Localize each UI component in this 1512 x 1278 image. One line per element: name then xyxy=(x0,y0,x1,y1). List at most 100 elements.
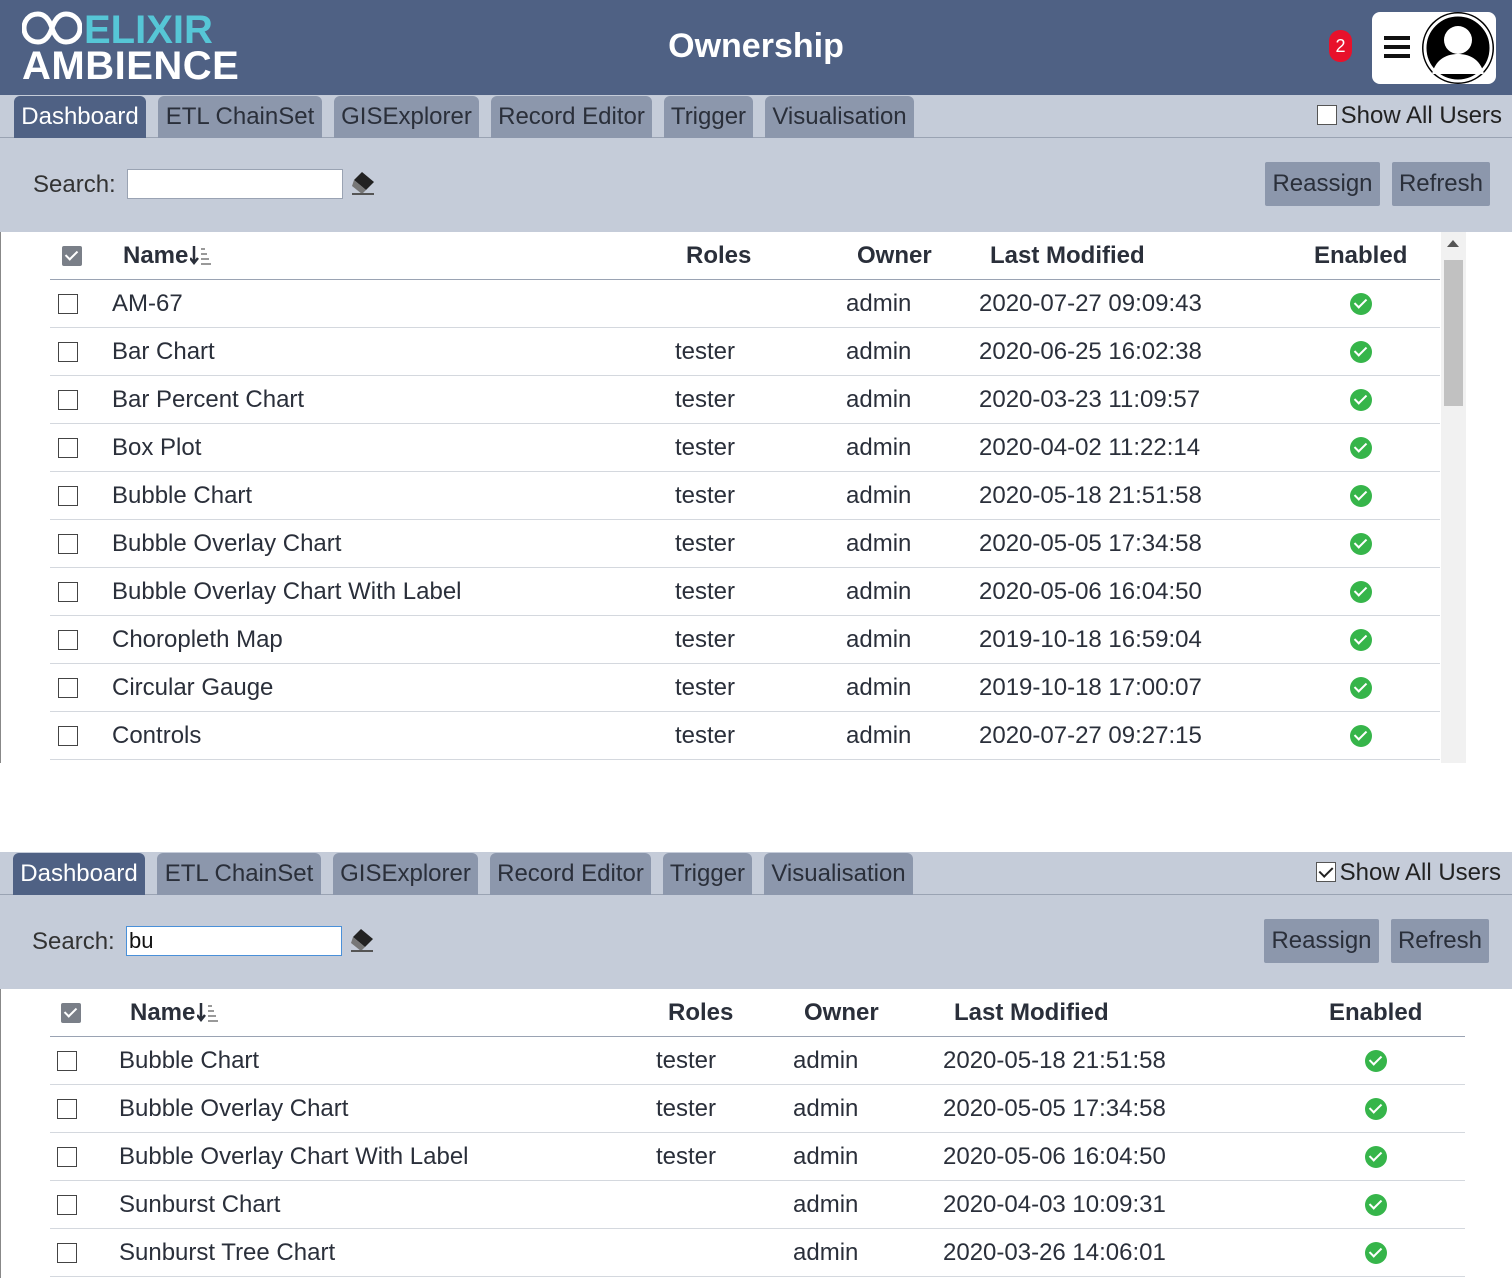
tab-etl-chainset[interactable]: ETL ChainSet xyxy=(157,853,321,895)
row-owner: admin xyxy=(846,386,912,413)
table-row[interactable]: Bubble Chart tester admin 2020-05-18 21:51:… xyxy=(50,472,1440,520)
row-owner: admin xyxy=(846,578,912,605)
row-select-checkbox[interactable] xyxy=(57,1051,77,1071)
row-last-modified: 2020-03-23 11:09:57 xyxy=(979,386,1201,413)
row-select-checkbox[interactable] xyxy=(58,486,78,506)
column-header-owner[interactable]: Owner xyxy=(857,232,932,280)
table-row[interactable]: AM-67 admin 2020-07-27 09:09:43 xyxy=(50,280,1440,328)
type-tabs: Dashboard ETL ChainSet GISExplorer Recor… xyxy=(0,852,1512,895)
tab-record-editor[interactable]: Record Editor xyxy=(490,853,651,895)
avatar[interactable] xyxy=(1422,12,1494,84)
table-row[interactable]: Bubble Overlay Chart With Label tester adm… xyxy=(50,568,1440,616)
column-header-last-modified[interactable]: Last Modified xyxy=(990,232,1145,280)
refresh-button[interactable]: Refresh xyxy=(1391,919,1489,963)
tab-dashboard[interactable]: Dashboard xyxy=(13,853,145,895)
row-select-checkbox[interactable] xyxy=(58,294,78,314)
row-select-checkbox[interactable] xyxy=(58,726,78,746)
column-header-roles[interactable]: Roles xyxy=(668,989,733,1037)
notification-badge[interactable]: 2 xyxy=(1329,30,1352,62)
table-row[interactable]: Controls tester admin 2020-07-27 09:27:15 xyxy=(50,712,1440,760)
row-select-checkbox[interactable] xyxy=(58,582,78,602)
row-select-checkbox[interactable] xyxy=(57,1147,77,1167)
row-name: Bar Chart xyxy=(112,338,215,365)
row-name: Controls xyxy=(112,722,202,749)
row-last-modified: 2020-07-27 09:27:15 xyxy=(979,722,1202,749)
reassign-button[interactable]: Reassign xyxy=(1264,919,1379,963)
eraser-icon[interactable] xyxy=(349,927,377,953)
select-all-checkbox[interactable] xyxy=(61,1003,81,1023)
ownership-table: Name Roles Owner Last Modified Enabled A… xyxy=(0,232,1512,763)
row-last-modified: 2020-05-05 17:34:58 xyxy=(979,530,1202,557)
row-select-checkbox[interactable] xyxy=(58,630,78,650)
row-owner: admin xyxy=(846,338,912,365)
tab-trigger[interactable]: Trigger xyxy=(663,853,752,895)
row-select-checkbox[interactable] xyxy=(58,342,78,362)
row-select-checkbox[interactable] xyxy=(58,678,78,698)
column-header-enabled[interactable]: Enabled xyxy=(1329,989,1422,1037)
row-select-checkbox[interactable] xyxy=(58,438,78,458)
tab-trigger[interactable]: Trigger xyxy=(664,96,753,138)
show-all-users-label: Show All Users xyxy=(1339,859,1501,886)
table-row[interactable]: Bar Percent Chart tester admin 2020-03-23 1… xyxy=(50,376,1440,424)
tab-dashboard[interactable]: Dashboard xyxy=(14,96,146,138)
row-select-checkbox[interactable] xyxy=(57,1195,77,1215)
column-header-owner[interactable]: Owner xyxy=(804,989,879,1037)
row-name: Box Plot xyxy=(112,434,202,461)
row-select-checkbox[interactable] xyxy=(57,1243,77,1263)
tab-visualisation[interactable]: Visualisation xyxy=(764,853,913,895)
elixir-ambience-logo: ELIXIR AMBIENCE xyxy=(22,8,239,88)
logo-text-ambience: AMBIENCE xyxy=(22,44,240,88)
show-all-users-checkbox[interactable] xyxy=(1316,105,1337,125)
table-row[interactable]: Box Plot tester admin 2020-04-02 11:22:14 xyxy=(50,424,1440,472)
row-select-checkbox[interactable] xyxy=(58,390,78,410)
reassign-button[interactable]: Reassign xyxy=(1265,162,1380,206)
column-header-enabled[interactable]: Enabled xyxy=(1314,232,1407,280)
search-input[interactable] xyxy=(127,169,343,199)
table-row[interactable]: Bar Chart tester admin 2020-06-25 16:02:38 xyxy=(50,328,1440,376)
row-name: Sunburst Chart xyxy=(119,1191,281,1218)
table-row[interactable]: Bubble Overlay Chart With Label tester adm… xyxy=(50,1133,1465,1181)
tab-gisexplorer[interactable]: GISExplorer xyxy=(334,96,479,138)
sort-descending-icon[interactable] xyxy=(190,244,212,266)
row-roles: tester xyxy=(675,626,736,653)
table-row[interactable]: Bubble Chart tester admin 2020-05-18 21:51:… xyxy=(50,1037,1465,1085)
table-scrollbar[interactable] xyxy=(1441,232,1466,763)
show-all-users-toggle[interactable]: Show All Users xyxy=(1315,859,1501,887)
app-header: ELIXIR AMBIENCE Ownership 2 xyxy=(0,0,1512,95)
table-row[interactable]: Bubble Overlay Chart tester admin 2020-05-0… xyxy=(50,520,1440,568)
sort-descending-icon[interactable] xyxy=(197,1001,219,1023)
scrollbar-thumb[interactable] xyxy=(1444,260,1463,406)
column-header-last-modified[interactable]: Last Modified xyxy=(954,989,1109,1037)
tab-etl-chainset[interactable]: ETL ChainSet xyxy=(158,96,322,138)
enabled-check-icon xyxy=(1350,629,1372,651)
eraser-icon[interactable] xyxy=(350,170,378,196)
table-row[interactable]: Sunburst Chart admin 2020-04-03 10:09:31 xyxy=(50,1181,1465,1229)
tab-visualisation[interactable]: Visualisation xyxy=(765,96,914,138)
row-select-checkbox[interactable] xyxy=(57,1099,77,1119)
table-row[interactable]: Choropleth Map tester admin 2019-10-18 16:5… xyxy=(50,616,1440,664)
search-input[interactable] xyxy=(126,926,342,956)
ownership-table: Name Roles Owner Last Modified Enabled B… xyxy=(0,989,1512,1278)
tab-record-editor[interactable]: Record Editor xyxy=(491,96,652,138)
search-label: Search: xyxy=(32,928,115,955)
table-row[interactable]: Sunburst Tree Chart admin 2020-03-26 14:06… xyxy=(50,1229,1465,1277)
column-header-name[interactable]: Name xyxy=(130,989,219,1037)
scroll-up-icon[interactable] xyxy=(1447,240,1459,247)
select-all-checkbox[interactable] xyxy=(62,246,82,266)
table-row[interactable]: Circular Gauge tester admin 2019-10-18 17:0… xyxy=(50,664,1440,712)
row-owner: admin xyxy=(846,722,912,749)
tab-gisexplorer[interactable]: GISExplorer xyxy=(333,853,478,895)
show-all-users-checkbox[interactable] xyxy=(1315,862,1336,882)
show-all-users-toggle[interactable]: Show All Users xyxy=(1316,102,1502,130)
row-name: Bubble Chart xyxy=(119,1047,260,1074)
column-header-roles[interactable]: Roles xyxy=(686,232,751,280)
row-select-checkbox[interactable] xyxy=(58,534,78,554)
row-last-modified: 2020-05-05 17:34:58 xyxy=(943,1095,1166,1122)
user-menu-button[interactable] xyxy=(1372,12,1496,84)
row-name: AM-67 xyxy=(112,290,183,317)
row-owner: admin xyxy=(793,1047,859,1074)
hamburger-menu-icon[interactable] xyxy=(1384,36,1410,58)
refresh-button[interactable]: Refresh xyxy=(1392,162,1490,206)
column-header-name[interactable]: Name xyxy=(123,232,212,280)
table-row[interactable]: Bubble Overlay Chart tester admin 2020-05-0… xyxy=(50,1085,1465,1133)
